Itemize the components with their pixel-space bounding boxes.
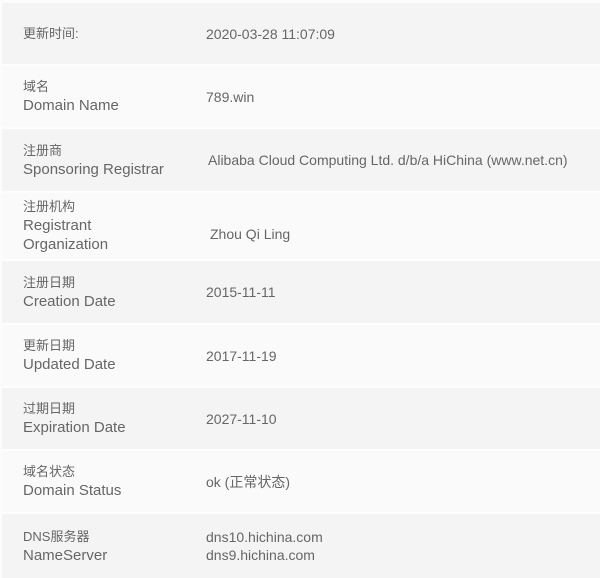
row-expiration-date: 过期日期 Expiration Date 2027-11-10 <box>2 388 600 451</box>
row-update-time: 更新时间: 2020-03-28 11:07:09 <box>2 3 600 66</box>
updated-date-label-en: Updated Date <box>23 356 116 373</box>
row-domain-status: 域名状态 Domain Status ok (正常状态) <box>2 451 600 514</box>
row-sponsoring-registrar: 注册商 Sponsoring Registrar Alibaba Cloud C… <box>2 129 600 193</box>
domain-name-value: 789.win <box>206 88 255 105</box>
nameserver-value: dns9.hichina.com <box>206 547 315 563</box>
expiration-date-label-zh: 过期日期 <box>23 401 76 416</box>
row-registrant-organization: 注册机构 Registrant Organization Zhou Qi Lin… <box>2 193 600 261</box>
nameserver-values: dns10.hichina.com dns9.hichina.com <box>184 528 600 564</box>
registrar-value: Alibaba Cloud Computing Ltd. d/b/a HiChi… <box>208 152 568 168</box>
whois-info-table: 更新时间: 2020-03-28 11:07:09 域名 Domain Name… <box>2 3 600 578</box>
updated-date-label-zh: 更新日期 <box>23 338 76 353</box>
row-updated-date: 更新日期 Updated Date 2017-11-19 <box>2 325 600 388</box>
updated-date-label: 更新日期 Updated Date <box>2 337 184 374</box>
updated-date-value: 2017-11-19 <box>206 347 277 364</box>
domain-name-label-en: Domain Name <box>23 97 119 114</box>
expiration-date-value: 2027-11-10 <box>206 410 277 427</box>
row-creation-date: 注册日期 Creation Date 2015-11-11 <box>2 261 600 325</box>
update-time-value: 2020-03-28 11:07:09 <box>206 25 335 42</box>
creation-date-label: 注册日期 Creation Date <box>2 274 184 311</box>
registrant-org-value: Zhou Qi Ling <box>210 226 291 242</box>
creation-date-label-en: Creation Date <box>23 292 116 310</box>
creation-date-label-zh: 注册日期 <box>23 274 76 290</box>
nameserver-value: dns10.hichina.com <box>206 529 323 545</box>
registrant-org-label: 注册机构 Registrant Organization <box>2 198 184 254</box>
registrant-org-label-en-1: Registrant <box>23 217 92 234</box>
expiration-date-label: 过期日期 Expiration Date <box>2 400 184 437</box>
row-domain-name: 域名 Domain Name 789.win <box>2 66 600 129</box>
update-time-label: 更新时间: <box>2 25 184 43</box>
domain-status-label-en: Domain Status <box>23 482 122 499</box>
domain-name-label-zh: 域名 <box>23 79 50 94</box>
domain-name-label: 域名 Domain Name <box>2 78 184 115</box>
nameserver-label-en: NameServer <box>23 546 108 564</box>
expiration-date-label-en: Expiration Date <box>23 419 126 436</box>
domain-status-value: ok (正常状态) <box>206 473 290 490</box>
registrar-label-en: Sponsoring Registrar <box>23 160 164 178</box>
row-nameserver: DNS服务器 NameServer dns10.hichina.com dns9… <box>2 514 600 578</box>
registrant-org-label-en-2: Organization <box>23 236 109 253</box>
nameserver-label-zh: DNS服务器 <box>23 528 90 544</box>
nameserver-label: DNS服务器 NameServer <box>2 528 184 565</box>
domain-status-label-zh: 域名状态 <box>23 464 76 479</box>
domain-status-label: 域名状态 Domain Status <box>2 463 184 500</box>
registrar-label: 注册商 Sponsoring Registrar <box>2 142 184 179</box>
update-time-label-zh: 更新时间: <box>23 25 79 41</box>
registrant-org-label-zh: 注册机构 <box>23 199 76 214</box>
registrar-label-zh: 注册商 <box>23 142 63 158</box>
creation-date-value: 2015-11-11 <box>206 284 276 300</box>
